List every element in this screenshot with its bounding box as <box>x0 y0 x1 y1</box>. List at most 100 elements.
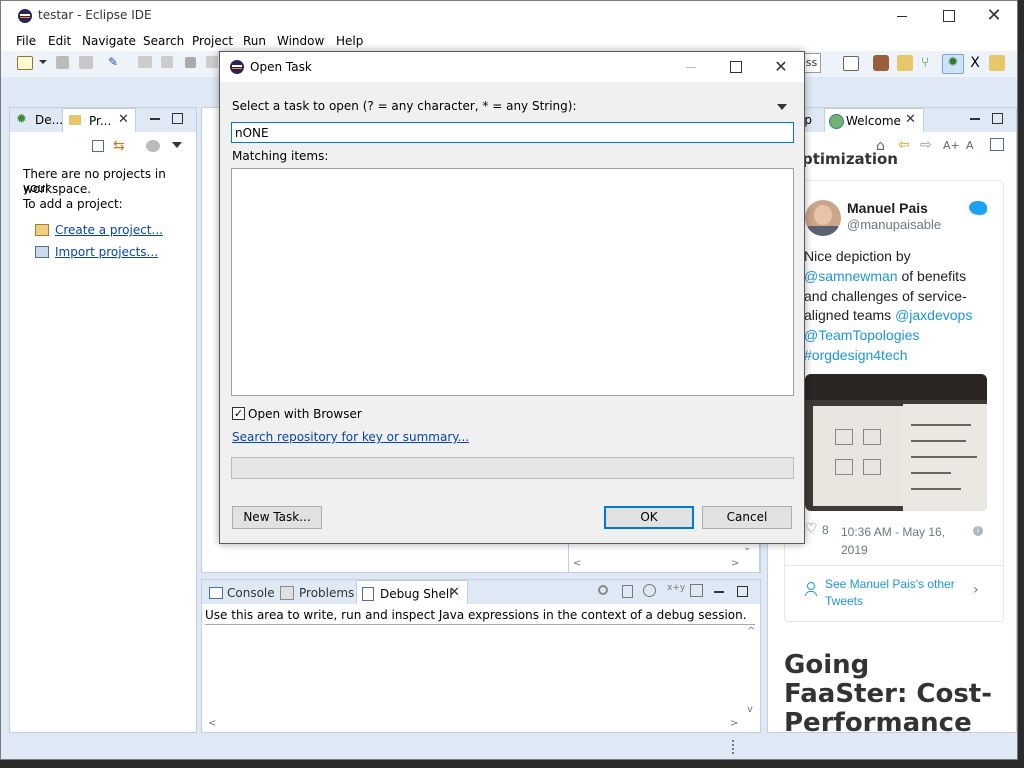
info-icon[interactable]: i <box>973 526 983 536</box>
close-tab-icon[interactable]: ✕ <box>118 112 129 127</box>
search-icon[interactable] <box>598 585 608 595</box>
debug-view-icon: ✹ <box>16 112 27 127</box>
heart-icon[interactable]: ♡ <box>805 521 818 537</box>
collapse-all-icon[interactable] <box>92 140 104 152</box>
menu-help[interactable]: Help <box>336 34 363 48</box>
debug-shell-text[interactable]: Use this area to write, run and inspect … <box>205 608 755 625</box>
dialog-close-button[interactable]: ✕ <box>766 52 796 82</box>
tab-console[interactable]: Console <box>227 586 275 600</box>
new-icon[interactable] <box>17 56 33 70</box>
open-with-browser-label[interactable]: Open with Browser <box>248 407 362 421</box>
xml-icon[interactable]: X <box>967 55 983 71</box>
task-search-input[interactable] <box>231 122 794 143</box>
vertical-scrollbar[interactable]: ^ v <box>744 624 758 718</box>
dropdown-arrow-icon[interactable] <box>39 60 47 64</box>
hashtag-link[interactable]: #orgdesign4tech <box>804 346 1004 366</box>
create-project-link[interactable]: Create a project... <box>55 223 163 237</box>
tab-label: Pr... <box>89 114 112 128</box>
java-perspective-icon[interactable] <box>989 55 1005 71</box>
cancel-button[interactable]: Cancel <box>702 506 792 529</box>
person-body-icon <box>805 591 817 596</box>
maximize-view-icon[interactable] <box>737 586 748 597</box>
menu-edit[interactable]: Edit <box>48 34 71 48</box>
filter-icon[interactable] <box>146 140 160 152</box>
save-icon[interactable] <box>56 56 69 69</box>
dialog-maximize-button[interactable] <box>720 52 750 82</box>
menu-project[interactable]: Project <box>192 34 233 48</box>
inspect-icon[interactable] <box>643 584 656 597</box>
forward-icon[interactable]: ⇨ <box>920 137 932 153</box>
tab-label: Debug Shell <box>380 587 453 601</box>
open-with-browser-checkbox[interactable]: ✓ <box>232 407 245 420</box>
maximize-view-icon[interactable] <box>992 113 1003 124</box>
dialog-minimize-button[interactable] <box>676 52 706 82</box>
timestamp-line2: 2019 <box>841 543 868 557</box>
ok-button[interactable]: OK <box>604 506 694 529</box>
scroll-left-icon[interactable]: < <box>573 558 581 569</box>
menu-file[interactable]: File <box>16 34 36 48</box>
view-menu-icon[interactable] <box>172 142 182 148</box>
save-all-icon[interactable] <box>79 56 93 69</box>
twitter-bird-icon[interactable] <box>969 201 987 215</box>
see-more-tweets-link[interactable]: See Manuel Pais's other Tweets › <box>785 566 1003 622</box>
java-snippet-icon[interactable] <box>622 585 633 598</box>
minimize-view-icon[interactable] <box>714 591 724 593</box>
mention-link[interactable]: @jaxdevops <box>895 307 972 323</box>
maximize-button[interactable] <box>933 1 963 31</box>
font-increase-icon[interactable]: A+ <box>943 139 960 152</box>
mention-link[interactable]: @samnewman <box>804 268 898 284</box>
menu-run[interactable]: Run <box>243 34 266 48</box>
tab-debug[interactable]: De... <box>35 113 63 127</box>
tab-problems[interactable]: Problems <box>299 586 354 600</box>
tab-debug-shell[interactable]: Debug Shell ✕ <box>356 580 468 604</box>
import-project-icon <box>35 246 49 258</box>
git-branch-icon[interactable]: ⑂ <box>921 55 937 71</box>
tweet-card[interactable]: Manuel Pais @manupaisable Nice depiction… <box>784 180 1004 622</box>
display-icon[interactable]: x+y <box>667 583 685 593</box>
tab-project-explorer[interactable]: Pr... ✕ <box>62 108 136 132</box>
close-tab-icon[interactable]: ✕ <box>905 112 916 127</box>
terminate-icon[interactable] <box>185 57 196 68</box>
menu-navigate[interactable]: Navigate <box>82 34 136 48</box>
clear-icon[interactable] <box>690 584 703 597</box>
history-dropdown-icon[interactable] <box>777 104 787 110</box>
pin-icon[interactable]: ✎ <box>108 56 120 68</box>
step-icon[interactable] <box>206 56 218 68</box>
resume-icon[interactable] <box>138 56 152 68</box>
article-title[interactable]: Going FaaSter: Cost- Performance <box>784 651 1016 733</box>
minimize-view-icon[interactable] <box>150 118 160 120</box>
debug-perspective-icon[interactable]: ✹ <box>942 54 964 74</box>
minimize-button[interactable] <box>887 1 917 31</box>
import-projects-link[interactable]: Import projects... <box>55 245 158 259</box>
font-decrease-icon[interactable]: A <box>966 139 974 152</box>
maximize-view-icon[interactable] <box>172 113 183 124</box>
menu-window[interactable]: Window <box>277 34 324 48</box>
tweet-timestamp[interactable]: 10:36 AM - May 16, 2019 <box>841 523 945 559</box>
mention-link[interactable]: @TeamTopologies <box>804 326 1004 346</box>
suspend-icon[interactable] <box>161 56 173 68</box>
menu-search[interactable]: Search <box>143 34 184 48</box>
tab-welcome[interactable]: Welcome ✕ <box>824 108 924 132</box>
scroll-right-icon[interactable]: > <box>731 558 739 569</box>
folder-icon <box>69 115 81 125</box>
git-icon[interactable] <box>873 55 889 71</box>
open-perspective-icon[interactable] <box>843 56 859 71</box>
window-title: testar - Eclipse IDE <box>38 8 152 22</box>
welcome-globe-icon <box>829 114 844 129</box>
tweet-author-name[interactable]: Manuel Pais <box>847 200 928 216</box>
back-icon[interactable]: ⇦ <box>898 137 910 153</box>
customize-page-icon[interactable] <box>990 138 1004 151</box>
section-heading-partial: ptimization <box>802 150 898 168</box>
horizontal-scrollbar[interactable]: < > <box>202 718 744 732</box>
tweet-handle[interactable]: @manupaisable <box>847 217 941 232</box>
matching-items-list[interactable] <box>231 168 794 396</box>
search-repository-link[interactable]: Search repository for key or summary... <box>232 430 469 444</box>
close-button[interactable]: ✕ <box>979 1 1009 31</box>
person-icon <box>807 582 815 590</box>
tweet-photo[interactable] <box>805 374 987 511</box>
link-editor-icon[interactable]: ⇆ <box>113 138 129 154</box>
minimize-view-icon[interactable] <box>970 118 980 120</box>
resource-perspective-icon[interactable] <box>897 55 913 71</box>
new-task-button[interactable]: New Task... <box>232 506 322 529</box>
close-tab-icon[interactable]: ✕ <box>449 585 460 600</box>
